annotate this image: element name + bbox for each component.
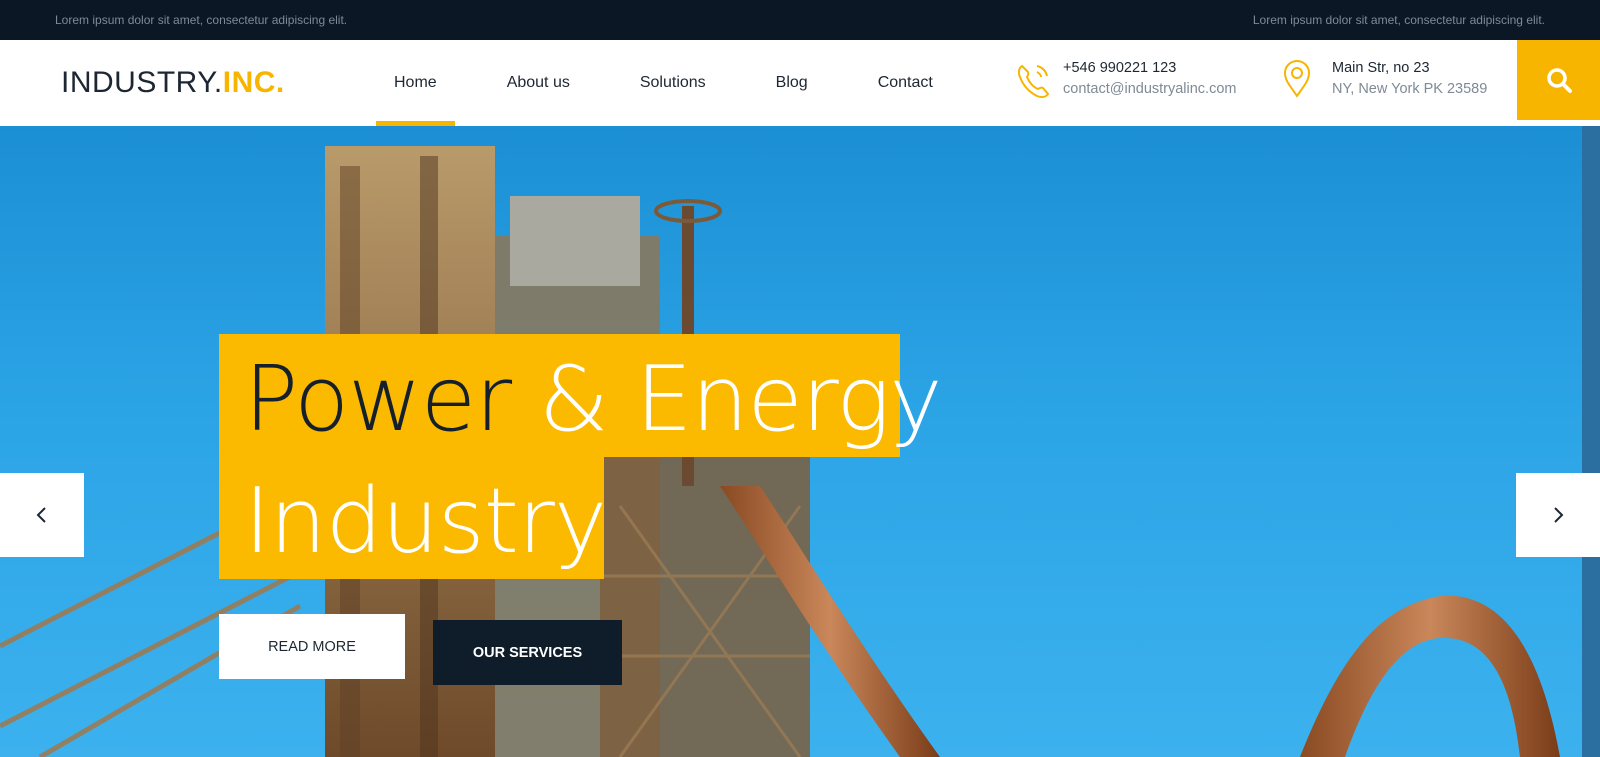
logo-accent: INC. [222,66,285,99]
nav-item-home[interactable]: Home [376,40,455,126]
main-nav: Home About us Solutions Blog Contact [376,40,985,126]
slider-prev-button[interactable] [0,473,84,557]
top-bar-left-text: Lorem ipsum dolor sit amet, consectetur … [55,13,348,27]
headline-line-2: Industry [244,469,607,574]
phone-icon [1017,64,1050,99]
map-pin-icon [1283,60,1311,98]
hero-headline: Power & Energy Industry [244,339,943,583]
search-button[interactable] [1517,40,1600,120]
slider-next-button[interactable] [1516,473,1600,557]
phone-contact-block: +546 990221 123 contact@industryalinc.co… [1013,58,1236,102]
nav-item-contact[interactable]: Contact [860,40,951,126]
logo-main: INDUSTRY. [61,66,223,99]
read-more-button[interactable]: READ MORE [219,614,405,679]
phone-number[interactable]: +546 990221 123 [1063,58,1236,79]
contact-email[interactable]: contact@industryalinc.com [1063,79,1236,100]
headline-light-text: & Energy [511,347,943,452]
hero-slider: Power & Energy Industry READ MORE OUR SE… [0,126,1600,757]
our-services-button[interactable]: OUR SERVICES [433,620,622,685]
chevron-left-icon [36,507,46,523]
top-bar: Lorem ipsum dolor sit amet, consectetur … [0,0,1600,40]
top-bar-right-text: Lorem ipsum dolor sit amet, consectetur … [1252,13,1545,27]
hero-edge [1582,126,1600,757]
nav-item-blog[interactable]: Blog [758,40,826,126]
nav-item-about-us[interactable]: About us [489,40,588,126]
search-icon [1546,68,1572,93]
address-block: Main Str, no 23 NY, New York PK 23589 [1282,58,1487,102]
site-logo[interactable]: INDUSTRY.INC. [61,66,285,100]
headline-dark-word: Power [244,347,512,452]
address-street: Main Str, no 23 [1332,60,1430,76]
address-city: NY, New York PK 23589 [1332,81,1488,97]
chevron-right-icon [1554,507,1564,523]
site-header: INDUSTRY.INC. Home About us Solutions Bl… [0,40,1600,126]
nav-item-solutions[interactable]: Solutions [622,40,724,126]
